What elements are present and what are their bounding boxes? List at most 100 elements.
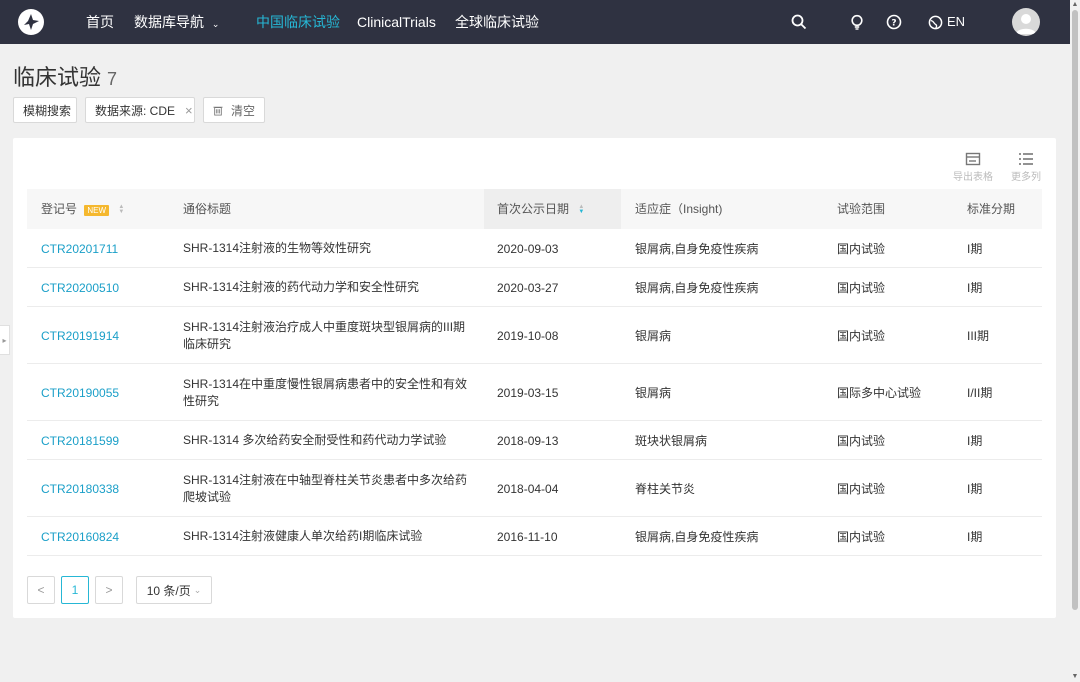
- trial-scope: 国内试验: [837, 530, 886, 544]
- indication: 斑块状银屑病: [635, 434, 708, 448]
- trial-title: SHR-1314注射液的生物等效性研究: [183, 229, 473, 268]
- page-size-label: 10 条/页: [146, 583, 191, 598]
- table-row: CTR20200510 SHR-1314注射液的药代动力学和安全性研究 2020-0…: [27, 268, 1042, 307]
- trial-title-line: 爬坡试验: [183, 489, 232, 504]
- trial-title: SHR-1314 多次给药安全耐受性和药代动力学试验: [183, 421, 473, 460]
- indication: 银屑病,自身免疫性疾病: [635, 242, 759, 256]
- chevron-right-icon: >: [105, 583, 113, 597]
- column-header-registration-no[interactable]: 登记号 NEW ▲ ▼: [41, 189, 124, 229]
- trial-phase: I期: [967, 281, 983, 295]
- lightbulb-icon[interactable]: [848, 13, 866, 31]
- filter-tag-source: 数据来源: CDE ×: [85, 97, 195, 123]
- indication: 银屑病: [635, 386, 672, 400]
- trial-title: SHR-1314注射液治疗成人中重度斑块型银屑病的III期 临床研究: [183, 307, 473, 364]
- trial-title-line: 性研究: [183, 393, 220, 408]
- trial-title-line: SHR-1314注射液在中轴型脊柱关节炎患者中多次给药: [183, 472, 468, 487]
- avatar[interactable]: [1012, 8, 1040, 36]
- trial-phase: III期: [967, 329, 990, 343]
- table-row: CTR20201711 SHR-1314注射液的生物等效性研究 2020-09-03…: [27, 229, 1042, 268]
- indication: 银屑病,自身免疫性疾病: [635, 281, 759, 295]
- globe-icon: [928, 15, 943, 29]
- trial-id-link[interactable]: CTR20191914: [41, 307, 171, 364]
- trial-id-link[interactable]: CTR20160824: [41, 517, 171, 556]
- trial-title-line: SHR-1314 多次给药安全耐受性和药代动力学试验: [183, 433, 447, 447]
- first-publish-date: 2020-09-03: [497, 241, 559, 256]
- trial-title-line: SHR-1314注射液的药代动力学和安全性研究: [183, 280, 420, 294]
- scroll-up-arrow[interactable]: ▲: [1071, 1, 1079, 9]
- trial-scope: 国内试验: [837, 482, 886, 496]
- fuzzy-search-button[interactable]: 模糊搜索: [13, 97, 77, 123]
- prev-page-button[interactable]: <: [27, 576, 55, 604]
- nav-clinicaltrials[interactable]: ClinicalTrials: [357, 0, 436, 44]
- trial-id-link[interactable]: CTR20180338: [41, 460, 171, 517]
- trial-title-line: SHR-1314在中重度慢性银屑病患者中的安全性和有效: [183, 376, 468, 391]
- column-header-phase: 标准分期: [967, 202, 1016, 216]
- first-publish-date: 2020-03-27: [497, 280, 559, 295]
- trial-scope: 国内试验: [837, 242, 886, 256]
- column-header-indication: 适应症（Insight): [635, 202, 723, 216]
- page-title-text: 临床试验: [13, 65, 102, 90]
- search-icon[interactable]: [790, 13, 808, 31]
- scrollbar-thumb[interactable]: [1072, 10, 1078, 610]
- trial-phase: I期: [967, 434, 983, 448]
- sort-icon[interactable]: ▲ ▼: [578, 204, 584, 215]
- new-badge: NEW: [84, 205, 110, 216]
- trials-table: 登记号 NEW ▲ ▼ 通俗标题 首次公示日期 ▲ ▼ 适应症（Insight) 试…: [27, 189, 1042, 556]
- trial-id-link[interactable]: CTR20181599: [41, 421, 171, 460]
- scroll-down-arrow[interactable]: ▼: [1071, 673, 1079, 681]
- export-label: 导出表格: [953, 172, 993, 183]
- language-label: EN: [947, 14, 966, 29]
- trial-id-link[interactable]: CTR20201711: [41, 229, 171, 268]
- nav-china-clinical-trials[interactable]: 中国临床试验: [256, 0, 340, 44]
- more-columns-label: 更多列: [1011, 172, 1041, 183]
- page-title: 临床试验 7: [13, 60, 117, 92]
- filter-tag-label: 数据来源: CDE: [95, 103, 176, 118]
- nav-global-clinical-trials[interactable]: 全球临床试验: [455, 0, 539, 44]
- sort-icon[interactable]: ▲ ▼: [118, 204, 124, 215]
- column-header-title: 通俗标题: [183, 202, 232, 216]
- trial-title: SHR-1314注射液的药代动力学和安全性研究: [183, 268, 473, 307]
- list-icon: [1019, 153, 1033, 165]
- first-publish-date: 2018-09-13: [497, 433, 559, 448]
- next-page-button[interactable]: >: [95, 576, 123, 604]
- table-header: 登记号 NEW ▲ ▼ 通俗标题 首次公示日期 ▲ ▼ 适应症（Insight) 试…: [27, 189, 1042, 229]
- column-header-label: 首次公示日期: [497, 202, 570, 216]
- svg-text:?: ?: [891, 19, 896, 29]
- trial-title: SHR-1314注射液在中轴型脊柱关节炎患者中多次给药 爬坡试验: [183, 460, 473, 517]
- sidebar-toggle-handle[interactable]: ▸: [0, 325, 10, 355]
- trial-phase: I期: [967, 482, 983, 496]
- indication: 脊柱关节炎: [635, 482, 696, 496]
- chevron-down-icon: ⌄: [193, 584, 202, 595]
- close-icon[interactable]: ×: [185, 103, 193, 118]
- chevron-left-icon: <: [37, 583, 45, 597]
- trial-title-line: SHR-1314注射液的生物等效性研究: [183, 241, 372, 255]
- trial-title-line: SHR-1314注射液健康人单次给药I期临床试验: [183, 529, 423, 543]
- first-publish-date: 2018-04-04: [497, 481, 559, 496]
- page-1-button[interactable]: 1: [61, 576, 89, 604]
- column-header-scope: 试验范围: [837, 202, 886, 216]
- indication: 银屑病,自身免疫性疾病: [635, 530, 759, 544]
- logo[interactable]: [18, 9, 44, 35]
- export-table-button[interactable]: 导出表格: [953, 152, 993, 183]
- more-columns-button[interactable]: 更多列: [1011, 152, 1041, 183]
- trial-title-line: 临床研究: [183, 336, 232, 351]
- chevron-down-icon: ⌄: [211, 19, 220, 29]
- trial-title-line: SHR-1314注射液治疗成人中重度斑块型银屑病的III期: [183, 319, 466, 334]
- language-switch[interactable]: EN: [928, 0, 965, 44]
- fuzzy-search-label: 模糊搜索: [23, 103, 72, 118]
- help-icon[interactable]: ?: [885, 13, 903, 31]
- trial-scope: 国际多中心试验: [837, 386, 922, 400]
- results-card: 导出表格 更多列 登记号 NEW ▲ ▼ 通俗标题 首次公示日期 ▲ ▼ 适应症（I…: [13, 138, 1056, 618]
- column-header-first-date[interactable]: 首次公示日期 ▲ ▼: [484, 189, 621, 229]
- trial-id-link[interactable]: CTR20190055: [41, 364, 171, 421]
- trial-scope: 国内试验: [837, 434, 886, 448]
- clear-filters-button[interactable]: 清空: [203, 97, 265, 123]
- nav-home[interactable]: 首页: [86, 0, 114, 44]
- nav-database-navigation[interactable]: 数据库导航 ⌄: [134, 0, 219, 44]
- indication: 银屑病: [635, 329, 672, 343]
- trial-id-link[interactable]: CTR20200510: [41, 268, 171, 307]
- trash-icon: [213, 106, 223, 115]
- page-size-select[interactable]: 10 条/页 ⌄: [136, 576, 212, 604]
- result-count: 7: [107, 69, 118, 89]
- trial-title: SHR-1314注射液健康人单次给药I期临床试验: [183, 517, 473, 556]
